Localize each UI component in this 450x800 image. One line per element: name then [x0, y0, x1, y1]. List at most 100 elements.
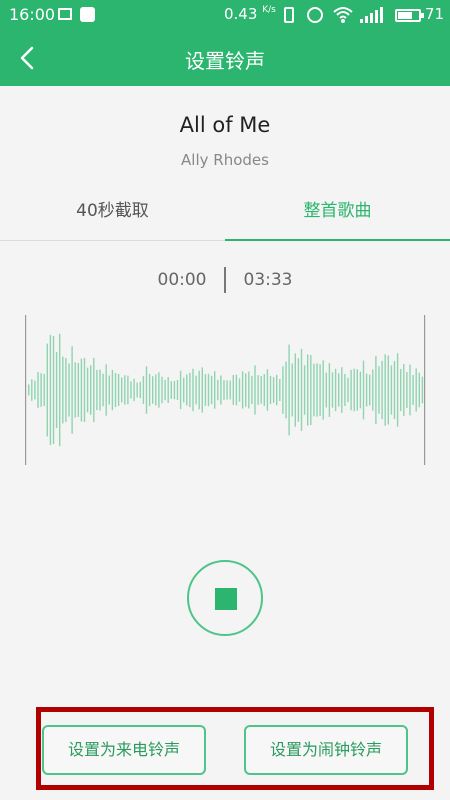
- waveform-bar: [158, 372, 160, 408]
- waveform-bar: [353, 368, 355, 412]
- vibrate-icon: [284, 7, 294, 23]
- waveform-bar: [316, 363, 318, 417]
- waveform-bar: [331, 372, 334, 408]
- waveform-bar: [347, 377, 349, 403]
- waveform-bar: [83, 358, 86, 422]
- waveform-bar: [291, 363, 293, 417]
- waveform-bar: [254, 365, 256, 415]
- waveform-bar: [207, 373, 210, 407]
- waveform-bar: [68, 363, 70, 417]
- battery-fill: [398, 12, 413, 19]
- waveform-bar: [167, 377, 169, 403]
- waveform-bar: [393, 360, 396, 420]
- waveform-bar: [77, 363, 79, 417]
- signal-icon: [360, 7, 383, 23]
- waveform[interactable]: [0, 310, 450, 480]
- waveform-bar: [375, 356, 377, 424]
- waveform-bar: [359, 371, 362, 409]
- waveform-bar: [285, 361, 287, 419]
- waveform-bar: [272, 377, 275, 403]
- wifi-icon: [333, 7, 353, 23]
- waveform-bar: [136, 382, 138, 398]
- waveform-bar: [195, 375, 197, 405]
- waveform-bar: [176, 380, 179, 400]
- waveform-bar: [28, 384, 30, 396]
- waveform-bar: [266, 369, 269, 411]
- waveform-bar: [369, 374, 371, 406]
- waveform-bar: [102, 373, 104, 407]
- song-artist: Ally Rhodes: [181, 151, 269, 169]
- waveform-bar: [204, 374, 207, 406]
- waveform-bar: [282, 366, 284, 414]
- waveform-bar: [148, 373, 151, 407]
- waveform-bar: [263, 374, 265, 406]
- waveform-bar: [297, 358, 300, 422]
- waveform-bar: [269, 375, 272, 405]
- status-time: 16:00: [9, 5, 56, 24]
- waveform-bar: [99, 369, 101, 411]
- waveform-bar: [40, 373, 42, 407]
- waveform-bar: [232, 375, 234, 405]
- message-icon: [58, 8, 72, 20]
- page-title: 设置铃声: [185, 49, 265, 73]
- waveform-bar: [328, 363, 331, 417]
- waveform-bar: [186, 374, 188, 406]
- waveform-bar: [55, 351, 58, 429]
- waveform-bar: [235, 374, 238, 406]
- waveform-bar: [415, 368, 417, 412]
- waveform-bar: [424, 315, 426, 465]
- network-speed-unit: K/s: [262, 5, 276, 15]
- waveform-bar: [310, 355, 312, 425]
- waveform-bar: [362, 360, 365, 420]
- stop-button[interactable]: [187, 560, 263, 636]
- waveform-bar: [412, 375, 414, 405]
- waveform-bar: [319, 364, 321, 416]
- waveform-bar: [114, 372, 117, 408]
- waveform-bar: [62, 356, 64, 424]
- tab-full-song[interactable]: 整首歌曲: [225, 186, 450, 240]
- notification-icon: [80, 7, 95, 22]
- waveform-bar: [257, 375, 259, 405]
- waveform-bar: [279, 379, 281, 401]
- battery-icon: [395, 9, 424, 22]
- alarm-clock-icon: [307, 7, 323, 23]
- waveform-bar: [325, 372, 327, 408]
- waveform-bar: [248, 371, 250, 409]
- waveform-bar: [406, 371, 408, 409]
- waveform-bar: [322, 360, 324, 420]
- waveform-bar: [350, 369, 352, 411]
- waveform-bar: [223, 380, 225, 400]
- waveform-bar: [111, 369, 114, 411]
- waveform-bar: [183, 377, 185, 403]
- waveform-bar: [409, 364, 411, 416]
- waveform-bar: [300, 349, 303, 431]
- waveform-bar: [90, 365, 92, 415]
- waveform-bar: [403, 364, 405, 416]
- waveform-bar: [43, 374, 45, 406]
- waveform-bar: [338, 373, 340, 407]
- waveform-bar: [344, 373, 346, 407]
- waveform-bar: [133, 378, 135, 402]
- network-speed-value: 0.43: [224, 5, 258, 23]
- waveform-bar: [31, 379, 33, 401]
- tab-selected-indicator: [225, 239, 450, 241]
- waveform-bar: [334, 368, 337, 412]
- waveform-bar: [108, 375, 110, 405]
- app-bar: 设置铃声: [0, 30, 450, 86]
- waveform-bar: [288, 344, 290, 436]
- set-call-ringtone-button[interactable]: 设置为来电铃声: [42, 725, 206, 775]
- waveform-bar: [294, 353, 296, 427]
- waveform-bar: [192, 368, 194, 412]
- waveform-bar: [365, 373, 368, 407]
- waveform-bar: [117, 374, 120, 406]
- waveform-bar: [198, 370, 200, 410]
- waveform-bar: [155, 374, 157, 406]
- waveform-bar: [378, 366, 380, 414]
- waveform-bar: [59, 333, 61, 447]
- set-alarm-ringtone-button[interactable]: 设置为闹钟铃声: [244, 725, 408, 775]
- waveform-bar: [52, 335, 55, 445]
- tab-40s-clip[interactable]: 40秒截取: [0, 186, 225, 240]
- waveform-bar: [245, 373, 247, 407]
- waveform-bar: [372, 369, 374, 411]
- waveform-bar: [127, 375, 129, 405]
